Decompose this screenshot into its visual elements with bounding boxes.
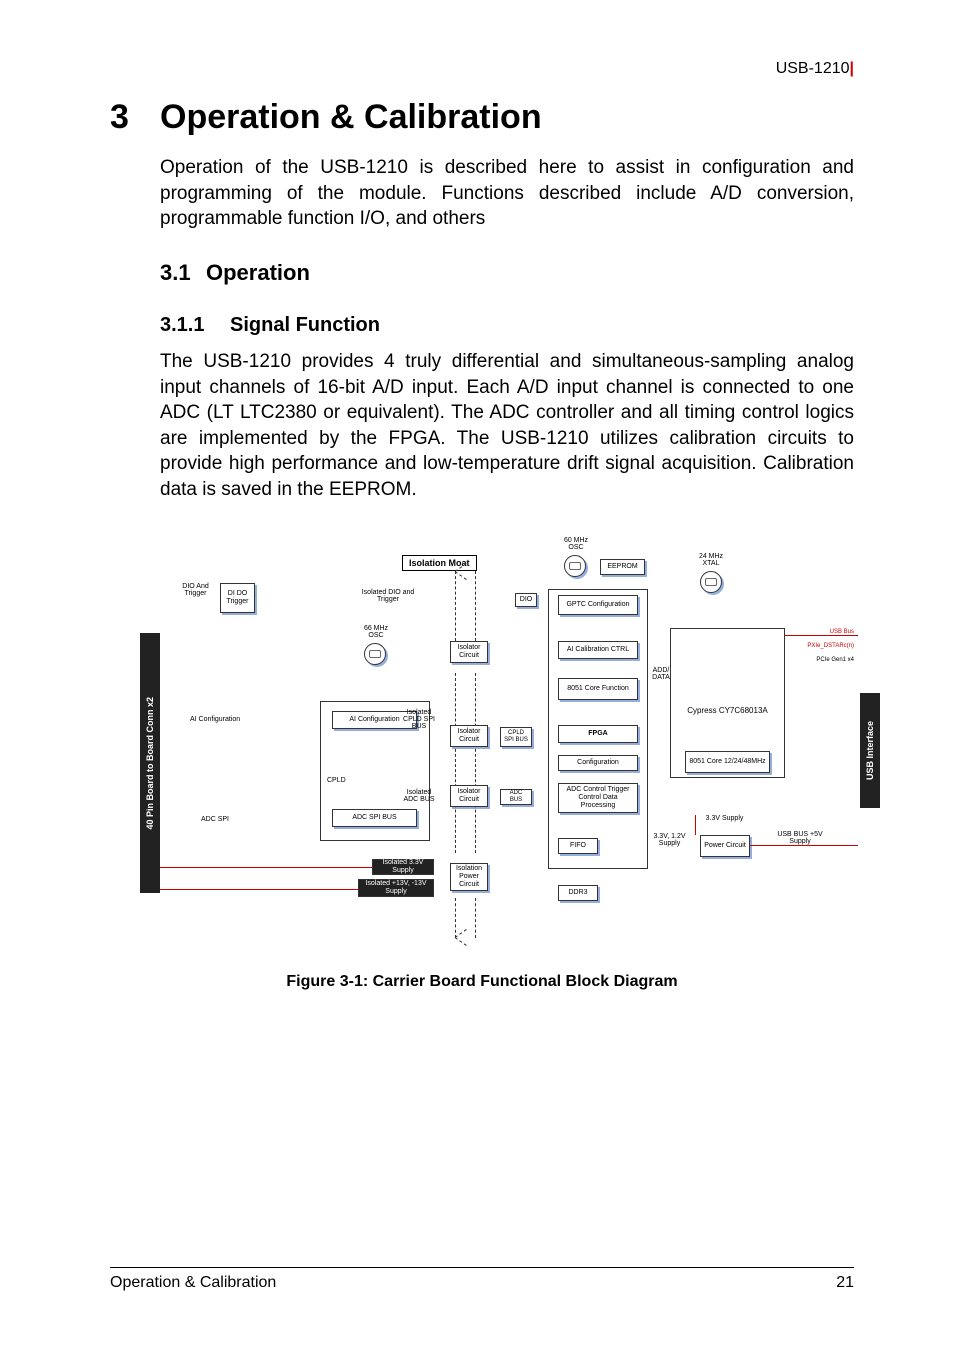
osc-24-label: 24 MHz XTAL xyxy=(691,553,731,568)
dio-block: DIO xyxy=(515,593,537,607)
osc-66-icon xyxy=(364,643,386,665)
ddr3-block: DDR3 xyxy=(558,885,598,901)
isolator-block-3: Isolator Circuit xyxy=(450,785,488,807)
adc-spi-block: ADC SPI BUS xyxy=(332,809,417,827)
iso-cpld-spi-label: Isolated CPLD SPI BUS xyxy=(400,709,438,731)
adc-bus-block: ADC BUS xyxy=(500,789,532,805)
cpld-spi-bus-block: CPLD SPI BUS xyxy=(500,727,532,747)
supply-33-label: 3.3V Supply xyxy=(702,815,747,822)
gptc-block: GPTC Configuration xyxy=(558,595,638,615)
product-name: USB-1210 xyxy=(776,60,850,77)
footer-left: Operation & Calibration xyxy=(110,1274,276,1292)
moat-line xyxy=(475,898,476,938)
chapter-title: 3Operation & Calibration xyxy=(110,98,854,137)
cypress-label: Cypress CY7C68013A xyxy=(687,707,767,716)
osc-66-label: 66 MHz OSC xyxy=(356,625,396,640)
iso-33-supply: Isolated 3.3V Supply xyxy=(372,859,434,875)
osc-60-label: 60 MHz OSC xyxy=(556,537,596,552)
ai-config-label: AI Configuration xyxy=(190,716,260,723)
power-circuit-block: Power Circuit xyxy=(700,835,750,857)
header-bar: | xyxy=(850,60,854,77)
subsection-text: Signal Function xyxy=(230,314,380,336)
isolated-dio-label: Isolated DIO and Trigger xyxy=(358,589,418,604)
right-connector-bar: USB Interface xyxy=(860,693,880,808)
isolation-power-block: Isolation Power Circuit xyxy=(450,863,488,891)
chapter-number: 3 xyxy=(110,98,160,137)
fpga-block: FPGA xyxy=(558,725,638,743)
adc-spi-label: ADC SPI xyxy=(190,816,240,823)
isolator-block-2: Isolator Circuit xyxy=(450,725,488,747)
section-text: Operation xyxy=(206,260,310,285)
moat-line xyxy=(455,898,456,938)
block-diagram: 40 Pin Board to Board Conn x2 USB Interf… xyxy=(140,533,880,953)
8051-core-block: 8051 Core Function xyxy=(558,678,638,700)
left-connector-label: 40 Pin Board to Board Conn x2 xyxy=(145,697,155,830)
usb-5v-label: USB BUS +5V Supply xyxy=(776,831,824,846)
power-line xyxy=(160,867,372,868)
cpld-label: CPLD xyxy=(327,777,346,785)
subsection-number: 3.1.1 xyxy=(160,314,230,337)
pcie-label: PCIe Gen1 x4 xyxy=(816,657,854,663)
eeprom-block: EEPROM xyxy=(600,559,645,575)
adc-ctrl-block: ADC Control Trigger Control Data Process… xyxy=(558,783,638,813)
moat-line xyxy=(475,571,476,641)
subsection-title: 3.1.1Signal Function xyxy=(160,314,854,337)
moat-line xyxy=(455,673,456,853)
power-line xyxy=(695,815,696,835)
moat-line xyxy=(455,571,456,641)
power-line xyxy=(160,889,358,890)
usb-bus-line xyxy=(785,635,858,636)
fifo-block: FIFO xyxy=(558,838,598,854)
chapter-text: Operation & Calibration xyxy=(160,98,542,136)
left-connector-bar: 40 Pin Board to Board Conn x2 xyxy=(140,633,160,893)
footer-page: 21 xyxy=(836,1274,854,1292)
configuration-block: Configuration xyxy=(558,755,638,771)
figure-caption: Figure 3-1: Carrier Board Functional Blo… xyxy=(110,973,854,991)
add-data-label: ADD/ DATA xyxy=(649,667,673,682)
osc-60-icon xyxy=(564,555,586,577)
right-connector-label: USB Interface xyxy=(865,721,875,780)
section-title: 3.1Operation xyxy=(160,260,854,286)
iso-adc-bus-label: Isolated ADC BUS xyxy=(400,789,438,804)
page-header: USB-1210| xyxy=(110,60,854,78)
section-number: 3.1 xyxy=(160,260,206,286)
osc-24-icon xyxy=(700,571,722,593)
ai-cal-block: AI Calibration CTRL xyxy=(558,641,638,659)
isolator-block-1: Isolator Circuit xyxy=(450,641,488,663)
iso-13-supply: Isolated +13V, -13V Supply xyxy=(358,879,434,897)
di-do-trigger-block: DI DO Trigger xyxy=(220,583,255,613)
dio-and-trigger-label: DIO And Trigger xyxy=(178,583,213,598)
moat-line xyxy=(475,673,476,853)
chapter-intro: Operation of the USB-1210 is described h… xyxy=(160,155,854,232)
power-line xyxy=(750,845,858,846)
8051-core-b-block: 8051 Core 12/24/48MHz xyxy=(685,751,770,773)
supply-33-12-label: 3.3V, 1.2V Supply xyxy=(652,833,687,848)
page-footer: Operation & Calibration 21 xyxy=(110,1267,854,1292)
body-paragraph: The USB-1210 provides 4 truly differenti… xyxy=(160,349,854,503)
pxie-label: PXIe_DSTARc(n) xyxy=(807,643,854,649)
